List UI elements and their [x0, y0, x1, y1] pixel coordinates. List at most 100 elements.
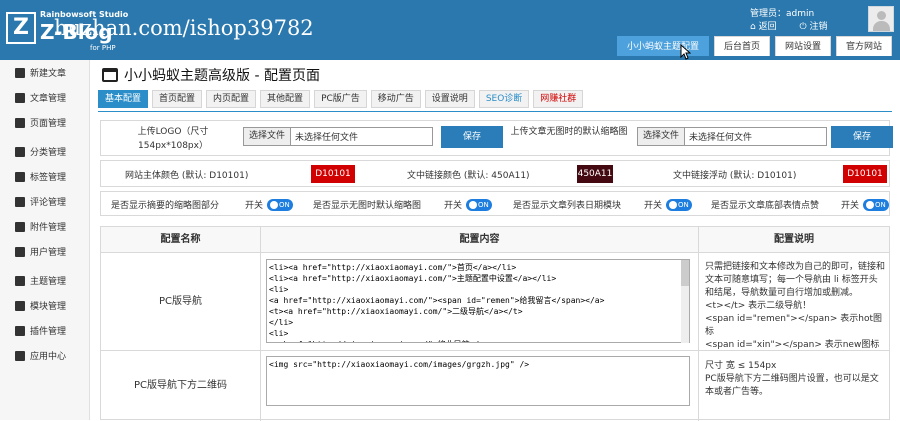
sidebar-item-app-center[interactable]: 应用中心	[0, 343, 89, 368]
user-avatar[interactable]	[868, 6, 894, 32]
folder-icon	[15, 146, 25, 157]
table-row-nav-description-cell: 只需把链接和文本修改为自己的即可，链接和文本可随意填写；每一个导航由 li 标签…	[699, 253, 889, 351]
theme-icon	[15, 275, 25, 286]
nav-code-textarea[interactable]: <li><a href="http://xiaoxiaomayi.com/">首…	[266, 259, 690, 343]
toggle-label-date-module: 是否显示文章列表日期模块	[513, 201, 622, 211]
tab-site-settings[interactable]: 网站设置	[774, 36, 831, 56]
tab-mobile-ads[interactable]: 移动广告	[370, 90, 421, 108]
nav-code-scrollbar[interactable]	[681, 260, 689, 343]
sidebar-item-attachments[interactable]: 附件管理	[0, 214, 89, 239]
page-icon	[15, 117, 25, 128]
comment-icon	[15, 196, 25, 207]
back-link[interactable]: ⌂ 返回	[750, 22, 787, 32]
tab-admin-home[interactable]: 后台首页	[713, 36, 770, 56]
sidebar-item-categories[interactable]: 分类管理	[0, 139, 89, 164]
toggle-switch[interactable]: ON	[466, 198, 493, 211]
module-icon	[15, 300, 25, 311]
table-row-qrcode-description-cell: 尺寸 宽 ≤ 154px PC版导航下方二维码图片设置，也可以是文本或者广告等。	[699, 351, 889, 421]
mouse-cursor-icon	[680, 44, 691, 60]
toggle-switch[interactable]: ON	[267, 198, 294, 211]
tab-official-site[interactable]: 官方网站	[835, 36, 892, 56]
toggle-switch[interactable]: ON	[863, 198, 889, 211]
document-icon	[15, 92, 25, 103]
tag-icon	[15, 171, 25, 182]
tab-inner-config[interactable]: 内页配置	[206, 90, 257, 108]
sidebar-item-themes[interactable]: 主题管理	[0, 268, 89, 293]
tab-home-config[interactable]: 首页配置	[152, 90, 203, 108]
thumbnail-file-text: 未选择任何文件	[689, 133, 753, 143]
z-logo-mark: Z	[6, 12, 36, 44]
table-row-qrcode-name-cell: PC版导航下方二维码	[101, 351, 261, 421]
sidebar-item-comments[interactable]: 评论管理	[0, 189, 89, 214]
admin-label: 管理员：admin	[750, 9, 815, 19]
window-icon	[102, 68, 118, 82]
table-row-qrcode-name: PC版导航下方二维码	[133, 380, 227, 391]
tab-community[interactable]: 网赚社群	[533, 90, 584, 108]
tab-basic-config[interactable]: 基本配置	[98, 90, 149, 108]
tab-instructions[interactable]: 设置说明	[424, 90, 475, 108]
nav-description: 只需把链接和文本修改为自己的即可，链接和文本可随意填写；每一个导航由 li 标签…	[705, 262, 886, 350]
table-header-name: 配置名称	[101, 227, 261, 253]
toggle-settings-row: 是否显示摘要的缩略图部分 开关 ON 是否显示无图时默认缩略图 开关 ON 是否显示…	[100, 191, 890, 216]
header: Z Rainbowsoft Studio Z-Blog for PHP huzh…	[0, 0, 900, 60]
table-header-description: 配置说明	[699, 227, 889, 253]
table-row-nav-name-cell: PC版导航	[101, 253, 261, 351]
attachment-icon	[15, 221, 25, 232]
nav-code-scroll-thumb[interactable]	[681, 260, 689, 286]
thumbnail-file-input[interactable]: 选择文件 未选择任何文件	[637, 127, 827, 146]
logo-upload-label: 上传LOGO（尺寸154px*108px）	[137, 127, 209, 151]
admin-panel: 管理员：admin ⌂ 返回 ⏻ 注销	[750, 8, 847, 34]
toggle-label-default-thumbnail: 是否显示无图时默认缩略图	[313, 201, 422, 211]
hover-color-input[interactable]: D10101	[843, 165, 887, 183]
watermark-text: huzhan.com/ishop39782	[54, 16, 314, 40]
link-color-input[interactable]: 450A11	[577, 165, 613, 183]
save-thumbnail-button[interactable]: 保存	[831, 126, 893, 148]
table-header-content: 配置内容	[261, 227, 699, 253]
sidebar-item-tags[interactable]: 标签管理	[0, 164, 89, 189]
sidebar-item-users[interactable]: 用户管理	[0, 239, 89, 264]
color-settings-row: 网站主体颜色 (默认: D10101) D10101 文中链接颜色 (默认: 4…	[100, 160, 890, 187]
tab-pc-ads[interactable]: PC版广告	[314, 90, 367, 108]
table-row-nav-content-cell: <li><a href="http://xiaoxiaomayi.com/">首…	[261, 253, 699, 351]
sidebar-item-pages[interactable]: 页面管理	[0, 110, 89, 135]
default-thumbnail-toggle[interactable]: 开关 ON	[444, 198, 493, 211]
logo-file-button[interactable]: 选择文件	[244, 128, 292, 145]
config-table: 配置名称 配置内容 配置说明 PC版导航 <li><a href="http:/…	[100, 226, 890, 421]
edit-icon	[15, 67, 25, 78]
main-content: 小小蚂蚁主题高级版 - 配置页面 基本配置 首页配置 内页配置 其他配置 PC版…	[98, 60, 900, 421]
link-color-label: 文中链接颜色 (默认: 450A11)	[407, 171, 530, 181]
site-color-label: 网站主体颜色 (默认: D10101)	[125, 171, 249, 181]
user-icon	[15, 246, 25, 257]
thumbnail-toggle[interactable]: 开关 ON	[245, 198, 294, 211]
page-title: 小小蚂蚁主题高级版 - 配置页面	[98, 60, 900, 90]
sidebar-item-modules[interactable]: 模块管理	[0, 293, 89, 318]
sidebar-item-plugins[interactable]: 插件管理	[0, 318, 89, 343]
tab-other-config[interactable]: 其他配置	[260, 90, 311, 108]
date-module-toggle[interactable]: 开关 ON	[644, 198, 693, 211]
logo-file-text: 未选择任何文件	[295, 133, 359, 143]
logout-link[interactable]: ⏻ 注销	[799, 22, 837, 32]
reactions-toggle[interactable]: 开关 ON	[841, 198, 889, 211]
app-center-icon	[15, 350, 25, 361]
upload-row: 上传LOGO（尺寸154px*108px） 选择文件 未选择任何文件 保存 上传…	[100, 120, 893, 156]
sidebar-item-posts[interactable]: 文章管理	[0, 85, 89, 110]
top-navigation: 小小蚂蚁主题配置 后台首页 网站设置 官方网站	[616, 36, 892, 56]
sidebar-item-new-post[interactable]: 新建文章	[0, 60, 89, 85]
toggle-label-reactions: 是否显示文章底部表情点赞	[711, 201, 820, 211]
tab-seo[interactable]: SEO诊断	[478, 90, 530, 108]
logo-file-input[interactable]: 选择文件 未选择任何文件	[243, 127, 433, 146]
hover-color-label: 文中链接浮动 (默认: D10101)	[673, 171, 797, 181]
table-row-nav-name: PC版导航	[158, 296, 202, 307]
config-tabs: 基本配置 首页配置 内页配置 其他配置 PC版广告 移动广告 设置说明 SEO诊…	[98, 90, 892, 112]
plugin-icon	[15, 325, 25, 336]
thumbnail-upload-label: 上传文章无图时的默认缩略图	[510, 127, 628, 137]
toggle-switch[interactable]: ON	[666, 198, 693, 211]
save-logo-button[interactable]: 保存	[441, 126, 503, 148]
qrcode-code-textarea[interactable]: <img src="http://xiaoxiaomayi.com/images…	[266, 356, 690, 406]
tab-theme-config[interactable]: 小小蚂蚁主题配置	[616, 36, 709, 56]
site-color-input[interactable]: D10101	[311, 165, 355, 183]
thumbnail-file-button[interactable]: 选择文件	[638, 128, 686, 145]
qrcode-description: 尺寸 宽 ≤ 154px PC版导航下方二维码图片设置，也可以是文本或者广告等。	[705, 361, 879, 397]
toggle-label-thumbnail: 是否显示摘要的缩略图部分	[111, 201, 220, 211]
sidebar: 新建文章 文章管理 页面管理 分类管理 标签管理 评论管理 附件管理 用户管理 …	[0, 60, 90, 420]
